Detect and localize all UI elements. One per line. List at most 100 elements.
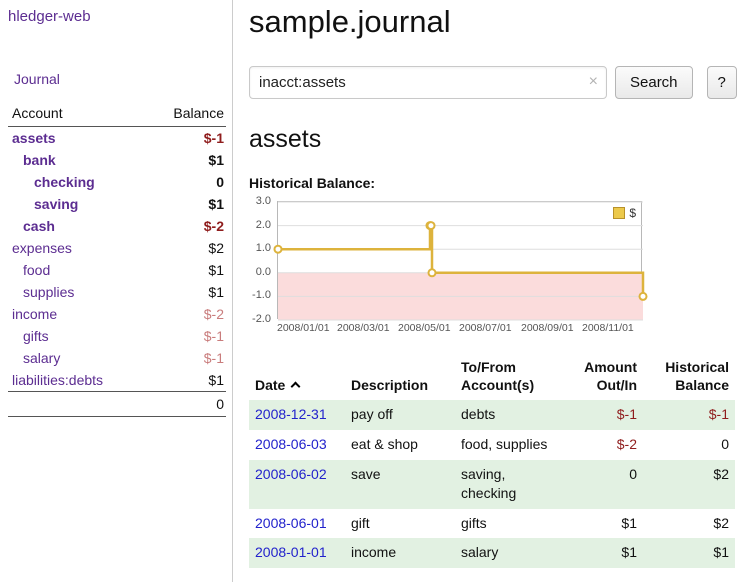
transaction-amount: 0 — [557, 460, 643, 509]
y-tick-label: 0.0 — [256, 266, 271, 278]
y-tick-label: 3.0 — [256, 195, 271, 207]
app-window: hledger-web Journal Account Balance asse… — [0, 0, 742, 582]
transaction-balance: $2 — [643, 460, 735, 509]
account-link[interactable]: gifts — [23, 328, 49, 344]
transaction-amount: $-1 — [557, 400, 643, 430]
x-tick-label: 2008/03/01 — [337, 322, 394, 334]
account-total-row: 0 — [8, 392, 226, 417]
transaction-date-link[interactable]: 2008-06-02 — [255, 466, 327, 482]
y-tick-label: 1.0 — [256, 242, 271, 254]
account-link[interactable]: saving — [34, 196, 78, 212]
x-tick-label: 2008/01/01 — [277, 322, 334, 334]
search-field-wrap: × — [249, 66, 607, 99]
transaction-description: pay off — [345, 400, 455, 430]
account-row: food $1 — [8, 259, 226, 281]
amount-column-header: Amount Out/In — [557, 356, 643, 400]
account-link[interactable]: checking — [34, 174, 95, 190]
transaction-balance: $2 — [643, 509, 735, 539]
register-table-body: 2008-12-31 pay off debts $-1 $-1 2008-06… — [249, 400, 735, 568]
account-balance: $-1 — [146, 325, 226, 347]
account-row: expenses $2 — [8, 237, 226, 259]
x-tick-label: 2008/09/01 — [521, 322, 578, 334]
historical-balance-chart: 3.02.01.00.0-1.0-2.0 $ 2008/01/012008/03… — [249, 201, 649, 336]
sidebar-journal-link[interactable]: Journal — [14, 71, 226, 87]
register-row: 2008-06-01 gift gifts $1 $2 — [249, 509, 735, 539]
register-header-row: Date Description To/From Account(s) Amou… — [249, 356, 735, 400]
search-bar: × Search ? — [249, 66, 737, 99]
account-row: checking 0 — [8, 171, 226, 193]
chart-y-axis: 3.02.01.00.0-1.0-2.0 — [249, 201, 274, 319]
account-link[interactable]: food — [23, 262, 50, 278]
transaction-date-link[interactable]: 2008-06-03 — [255, 436, 327, 452]
chart-x-axis: 2008/01/012008/03/012008/05/012008/07/01… — [277, 321, 643, 336]
legend-swatch-icon — [613, 207, 625, 219]
register-row: 2008-01-01 income salary $1 $1 — [249, 538, 735, 568]
account-row: saving $1 — [8, 193, 226, 215]
account-balance: $1 — [146, 149, 226, 171]
account-table-body: assets $-1 bank $1 checking 0 saving $1 … — [8, 127, 226, 392]
y-tick-label: -1.0 — [252, 289, 271, 301]
transaction-date-link[interactable]: 2008-12-31 — [255, 406, 327, 422]
account-balance: $1 — [146, 193, 226, 215]
transaction-amount: $1 — [557, 509, 643, 539]
app-title-link[interactable]: hledger-web — [8, 8, 226, 25]
account-link[interactable]: liabilities:debts — [12, 372, 103, 388]
chart-legend: $ — [613, 206, 636, 220]
account-row: assets $-1 — [8, 127, 226, 150]
transaction-description: save — [345, 460, 455, 509]
y-tick-label: -2.0 — [252, 313, 271, 325]
account-balance: 0 — [146, 171, 226, 193]
search-button[interactable]: Search — [615, 66, 693, 99]
account-balance: $1 — [146, 259, 226, 281]
account-table-header-row: Account Balance — [8, 103, 226, 127]
sidebar: hledger-web Journal Account Balance asse… — [0, 0, 233, 582]
transaction-balance: 0 — [643, 430, 735, 460]
transaction-date-link[interactable]: 2008-01-01 — [255, 544, 327, 560]
transaction-accounts: saving, checking — [455, 460, 557, 509]
y-tick-label: 2.0 — [256, 219, 271, 231]
account-row: salary $-1 — [8, 347, 226, 369]
x-tick-label: 2008/11/01 — [582, 322, 639, 334]
account-balance: $-1 — [146, 127, 226, 150]
account-column-header: Account — [8, 103, 146, 127]
balance-column-header: Balance — [146, 103, 226, 127]
transaction-accounts: food, supplies — [455, 430, 557, 460]
transaction-balance: $1 — [643, 538, 735, 568]
account-link[interactable]: income — [12, 306, 57, 322]
account-row: gifts $-1 — [8, 325, 226, 347]
account-link[interactable]: supplies — [23, 284, 74, 300]
account-balance: $1 — [146, 281, 226, 303]
account-balance: $2 — [146, 237, 226, 259]
account-balance: $-2 — [146, 303, 226, 325]
account-link[interactable]: bank — [23, 152, 56, 168]
transaction-accounts: debts — [455, 400, 557, 430]
chart-title: Historical Balance: — [249, 175, 737, 191]
account-balance: $-2 — [146, 215, 226, 237]
help-button[interactable]: ? — [707, 66, 737, 99]
transaction-date-link[interactable]: 2008-06-01 — [255, 515, 327, 531]
register-row: 2008-12-31 pay off debts $-1 $-1 — [249, 400, 735, 430]
account-link[interactable]: expenses — [12, 240, 72, 256]
balance-column-header-register: Historical Balance — [643, 356, 735, 400]
search-input[interactable] — [249, 66, 607, 99]
transaction-balance: $-1 — [643, 400, 735, 430]
transaction-description: gift — [345, 509, 455, 539]
total-spacer — [8, 392, 146, 417]
account-row: liabilities:debts $1 — [8, 369, 226, 392]
transaction-amount: $1 — [557, 538, 643, 568]
transaction-description: eat & shop — [345, 430, 455, 460]
account-link[interactable]: cash — [23, 218, 55, 234]
register-row: 2008-06-03 eat & shop food, supplies $-2… — [249, 430, 735, 460]
register-table: Date Description To/From Account(s) Amou… — [249, 356, 735, 568]
account-link[interactable]: salary — [23, 350, 60, 366]
account-row: bank $1 — [8, 149, 226, 171]
date-column-header[interactable]: Date — [249, 356, 345, 400]
accounts-column-header: To/From Account(s) — [455, 356, 557, 400]
transaction-description: income — [345, 538, 455, 568]
account-row: income $-2 — [8, 303, 226, 325]
page-title: sample.journal — [249, 4, 737, 40]
account-heading: assets — [249, 125, 737, 154]
clear-search-icon[interactable]: × — [589, 73, 598, 91]
account-link[interactable]: assets — [12, 130, 56, 146]
x-tick-label: 2008/05/01 — [398, 322, 455, 334]
